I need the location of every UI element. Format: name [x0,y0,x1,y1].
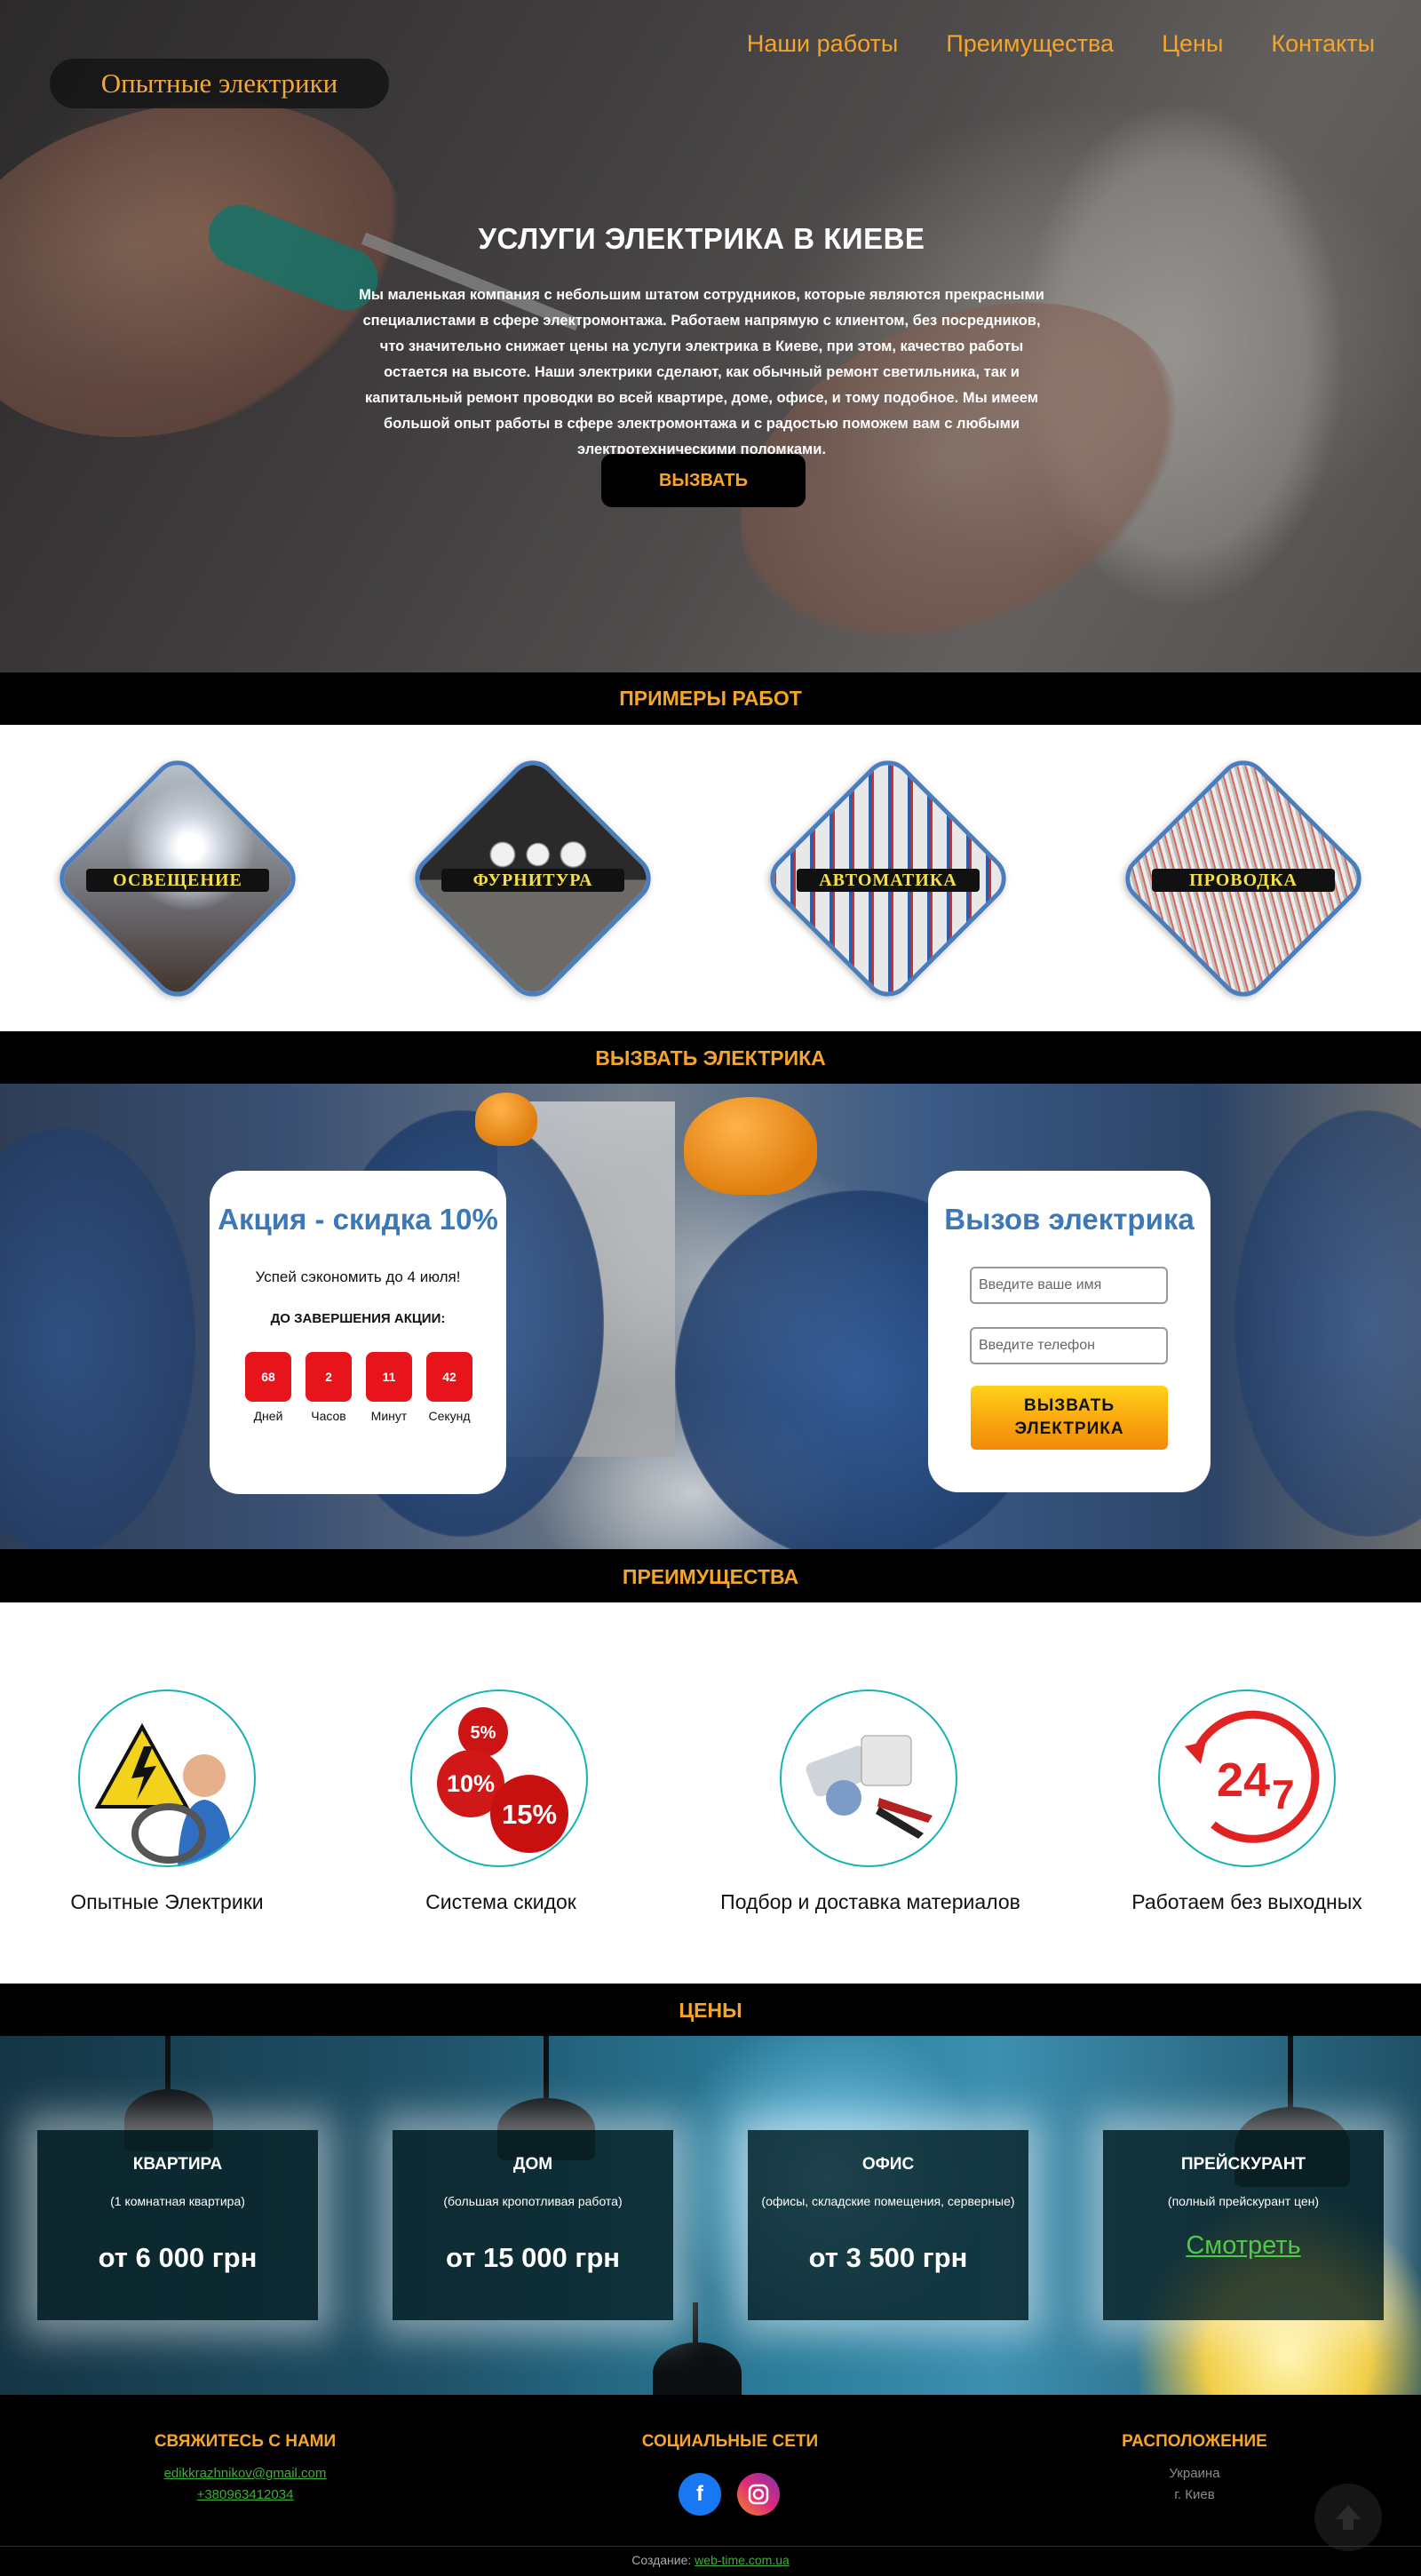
promo-subtitle: Успей сэкономить до 4 июля! [255,1268,461,1285]
worker-image-left [0,1128,195,1549]
hero-call-button[interactable]: ВЫЗВАТЬ [601,454,806,507]
price-subtitle: (офисы, складские помещения, серверные) [761,2194,1015,2208]
advantages-section: 5% 10% 15% 24 7 Опытные Электрики Систем… [0,1602,1421,1984]
price-value: от 6 000 грн [98,2242,258,2273]
nav-works[interactable]: Наши работы [747,30,898,58]
advantage-label: Опытные Электрики [70,1890,264,1913]
countdown-label: Секунд [428,1409,471,1423]
work-item-automation[interactable]: АВТОМАТИКА [759,750,1017,1007]
main-nav: Наши работы Преимущества Цены Контакты [747,30,1375,58]
arrow-up-icon [1336,2505,1361,2530]
credit-link[interactable]: web-time.com.ua [695,2553,790,2567]
countdown-label: Минут [370,1409,408,1423]
price-subtitle: (полный прейскурант цен) [1167,2194,1320,2208]
worker-image-right [1234,1110,1421,1537]
work-label: АВТОМАТИКА [797,869,980,892]
works-section: ОСВЕЩЕНИЕ ФУРНИТУРА АВТОМАТИКА ПРОВОДКА [0,725,1421,1031]
instagram-icon[interactable] [737,2473,780,2516]
price-subtitle: (1 комнатная квартира) [110,2194,245,2208]
work-label: ФУРНИТУРА [441,869,624,892]
price-card-apartment: КВАРТИРА (1 комнатная квартира) от 6 000… [37,2130,318,2320]
prices-heading: ЦЕНЫ [0,1984,1421,2036]
site-logo[interactable]: Опытные электрики [50,59,389,108]
advantage-label: Подбор и доставка материалов [720,1890,1020,1913]
call-form: Вызов электрика Введите ваше имя Введите… [928,1171,1211,1492]
lamp-image [653,2342,742,2395]
price-card-office: ОФИС (офисы, складские помещения, сервер… [748,2130,1028,2320]
hard-hat-image [684,1097,817,1195]
price-title: ПРЕЙСКУРАНТ [1180,2155,1306,2174]
call-form-title: Вызов электрика [944,1203,1195,1236]
materials-icon [780,1690,957,1867]
price-subtitle: (большая кропотливая работа) [443,2194,623,2208]
email-link[interactable]: edikkrazhnikov@gmail.com [59,2466,432,2481]
promo-title: Акция - скидка 10% [218,1203,498,1236]
contact-heading: СВЯЖИТЕСЬ С НАМИ [154,2432,337,2451]
button-line: ЭЛЕКТРИКА [1014,1419,1124,1438]
phone-link[interactable]: +380963412034 [59,2487,432,2502]
promo-card: Акция - скидка 10% Успей сэкономить до 4… [210,1171,506,1494]
hero-description: Мы маленькая компания с небольшим штатом… [359,287,1044,457]
footer: СВЯЖИТЕСЬ С НАМИ edikkrazhnikov@gmail.co… [0,2395,1421,2576]
work-label: ПРОВОДКА [1152,869,1335,892]
nav-advantages[interactable]: Преимущества [946,30,1114,58]
call-heading: ВЫЗВАТЬ ЭЛЕКТРИКА [0,1032,1421,1084]
price-title: ДОМ [512,2155,553,2174]
promo-until: ДО ЗАВЕРШЕНИЯ АКЦИИ: [270,1311,446,1326]
work-item-fittings[interactable]: ФУРНИТУРА [404,750,662,1007]
work-item-lighting[interactable]: ОСВЕЩЕНИЕ [49,750,306,1007]
clock-text: 24 [1217,1753,1270,1807]
price-value: от 15 000 грн [446,2242,620,2273]
hero-title: УСЛУГИ ЭЛЕКТРИКА В КИЕВЕ [478,222,925,255]
facebook-icon[interactable]: f [679,2473,721,2516]
advantage-label: Работаем без выходных [1131,1890,1362,1913]
discount-badge-5: 5% [471,1723,496,1743]
countdown-label: Дней [253,1409,283,1423]
scroll-up-button[interactable] [1314,2484,1382,2551]
works-heading: ПРИМЕРЫ РАБОТ [0,672,1421,724]
clock-24-7-icon: 24 7 [1158,1690,1336,1867]
social-heading: СОЦИАЛЬНЫЕ СЕТИ [641,2432,819,2451]
pricelist-link[interactable]: Смотреть [1103,2231,1384,2261]
countdown-seconds: 42 [426,1352,472,1402]
price-card-house: ДОМ (большая кропотливая работа) от 15 0… [393,2130,673,2320]
nav-prices[interactable]: Цены [1162,30,1223,58]
work-item-wiring[interactable]: ПРОВОДКА [1115,750,1372,1007]
phone-input[interactable]: Введите телефон [970,1327,1168,1364]
countdown-days: 68 [245,1352,291,1402]
hard-hat-image-2 [475,1093,537,1146]
clock-small-text: 7 [1272,1771,1295,1817]
price-value: от 3 500 грн [808,2242,968,2273]
price-title: ОФИС [861,2155,915,2174]
prices-section: КВАРТИРА (1 комнатная квартира) от 6 000… [0,2036,1421,2395]
countdown-label: Часов [311,1409,346,1423]
button-line: ВЫЗВАТЬ [1023,1396,1115,1415]
advantage-label: Система скидок [425,1890,576,1913]
countdown-minutes: 11 [366,1352,412,1402]
price-card-pricelist: ПРЕЙСКУРАНТ (полный прейскурант цен) Смо… [1103,2130,1384,2320]
call-electrician-button[interactable]: ВЫЗВАТЬ ЭЛЕКТРИКА [971,1386,1168,1450]
location-heading: РАСПОЛОЖЕНИЕ [1122,2432,1267,2451]
footer-divider [0,2546,1421,2547]
discount-badge-15: 15% [502,1799,557,1830]
work-label: ОСВЕЩЕНИЕ [86,869,269,892]
nav-contacts[interactable]: Контакты [1271,30,1375,58]
electrician-icon [78,1690,256,1867]
credit-label: Создание: [631,2553,692,2567]
discount-icon: 5% 10% 15% [410,1690,588,1867]
credit: Создание: web-time.com.ua [0,2553,1421,2567]
discount-badge-10: 10% [447,1770,495,1797]
price-title: КВАРТИРА [132,2155,223,2174]
location-country: Украина [1169,2466,1220,2481]
countdown-hours: 2 [306,1352,352,1402]
advantages-heading: ПРЕИМУЩЕСТВА [0,1551,1421,1602]
name-input[interactable]: Введите ваше имя [970,1267,1168,1304]
